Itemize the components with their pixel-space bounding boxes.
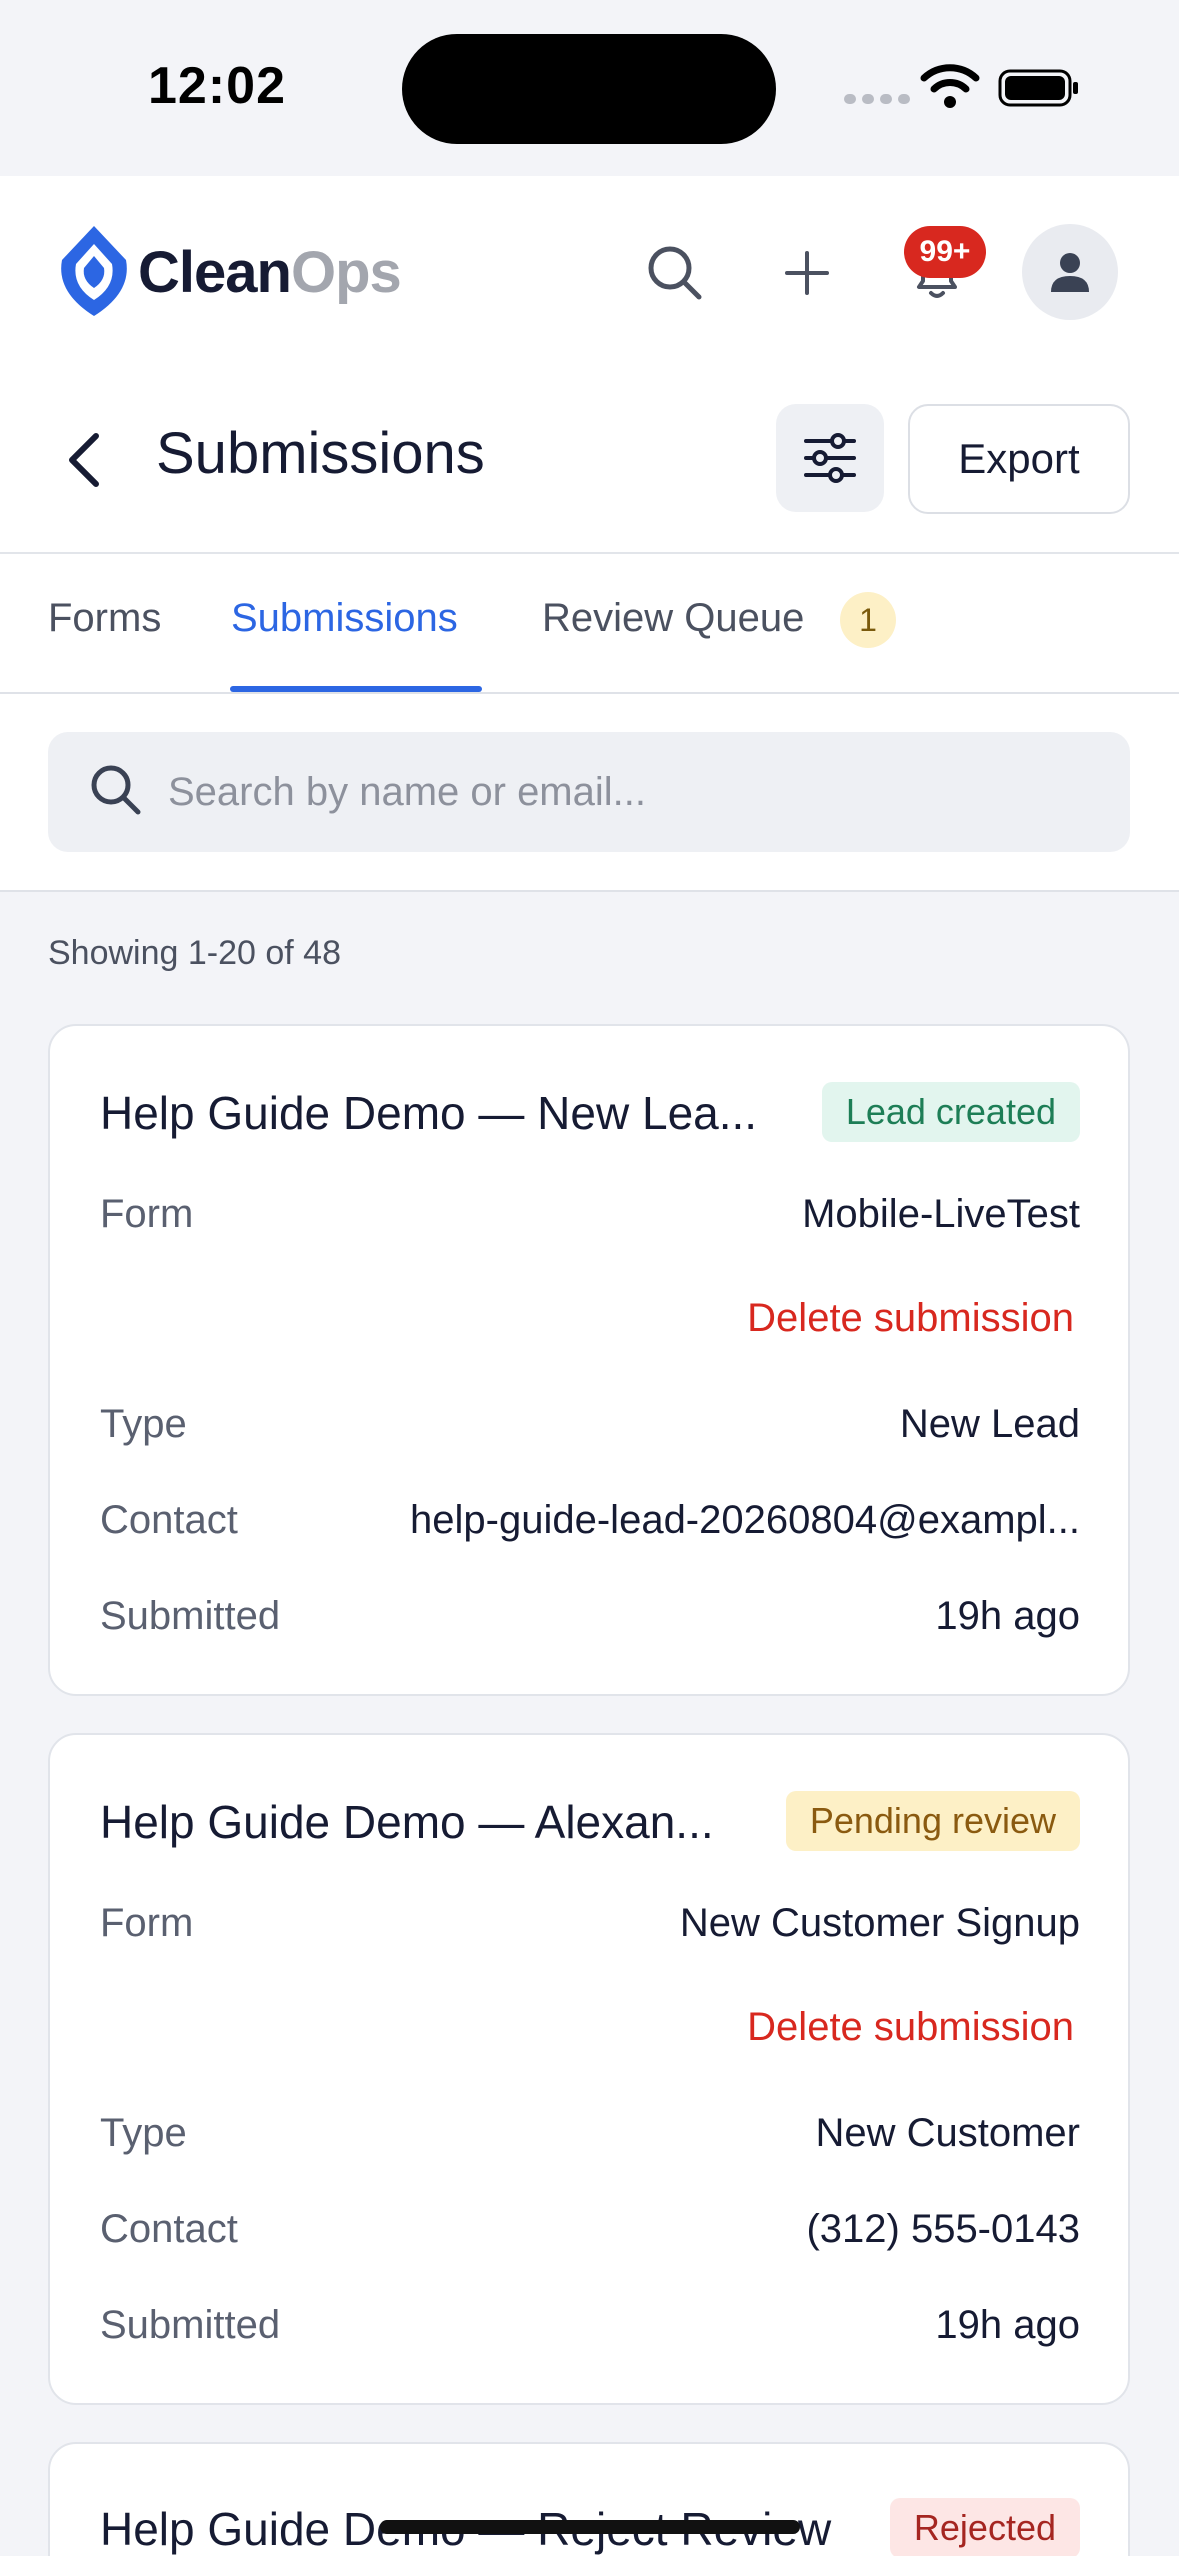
submission-card[interactable]: Help Guide Demo — New Lea... Lead create…: [48, 1024, 1130, 1696]
type-label: Type: [100, 1402, 187, 1446]
form-value: New Customer Signup: [679, 1901, 1080, 1945]
user-icon: [1051, 253, 1089, 292]
contact-value: (312) 555-0143: [806, 2207, 1080, 2251]
cleanops-logo[interactable]: CleanOps: [56, 222, 402, 322]
submission-card[interactable]: Help Guide Demo — Reject Review Rejected: [48, 2442, 1130, 2556]
tab-review-queue[interactable]: Review Queue: [542, 596, 804, 641]
cellular-signal-icon: [844, 94, 910, 104]
type-value: New Customer: [815, 2111, 1080, 2155]
dynamic-island: [402, 34, 776, 144]
results-count: Showing 1-20 of 48: [48, 934, 341, 972]
search-icon: [91, 765, 141, 815]
form-value: Mobile-LiveTest: [802, 1192, 1080, 1236]
contact-value: help-guide-lead-20260804@exampl...: [410, 1498, 1080, 1542]
form-label: Form: [100, 1901, 194, 1945]
delete-submission-button[interactable]: Delete submission: [747, 2005, 1074, 2050]
search-input[interactable]: [168, 756, 1088, 828]
battery-icon: [998, 69, 1078, 107]
page-title: Submissions: [156, 421, 485, 486]
contact-label: Contact: [100, 1498, 238, 1542]
review-queue-count-badge: 1: [840, 592, 896, 648]
submitted-label: Submitted: [100, 2303, 281, 2347]
search-button[interactable]: [640, 238, 710, 308]
status-time: 12:02: [148, 57, 286, 115]
status-badge: Pending review: [785, 1791, 1080, 1851]
status-badge: Lead created: [821, 1082, 1080, 1142]
active-tab-indicator: [230, 686, 482, 692]
submitted-label: Submitted: [100, 1594, 281, 1638]
submission-title: Help Guide Demo — Alexan...: [100, 1796, 714, 1848]
plus-icon: [785, 251, 829, 295]
submission-card[interactable]: Help Guide Demo — Alexan... Pending revi…: [48, 1733, 1130, 2405]
delete-submission-button[interactable]: Delete submission: [747, 1296, 1074, 1341]
home-indicator[interactable]: [380, 2520, 800, 2534]
type-value: New Lead: [899, 1402, 1080, 1446]
search-icon: [648, 246, 702, 300]
tab-submissions[interactable]: Submissions: [231, 596, 458, 641]
back-icon[interactable]: [60, 428, 108, 492]
type-label: Type: [100, 2111, 187, 2155]
logo-mark-icon: [61, 226, 127, 316]
wifi-icon: [920, 64, 980, 108]
sliders-icon: [804, 433, 856, 483]
submitted-value: 19h ago: [935, 2303, 1080, 2347]
tab-forms[interactable]: Forms: [48, 596, 161, 641]
contact-label: Contact: [100, 2207, 238, 2251]
submission-title: Help Guide Demo — New Lea...: [100, 1087, 758, 1139]
submitted-value: 19h ago: [935, 1594, 1080, 1638]
add-button[interactable]: [772, 238, 842, 308]
notifications-badge: 99+: [904, 226, 986, 278]
logo-text: CleanOps: [138, 239, 402, 305]
filter-button[interactable]: [776, 404, 884, 512]
form-label: Form: [100, 1192, 194, 1236]
status-badge: Rejected: [889, 2498, 1080, 2556]
export-button[interactable]: Export: [908, 404, 1130, 514]
avatar[interactable]: [1022, 224, 1118, 320]
